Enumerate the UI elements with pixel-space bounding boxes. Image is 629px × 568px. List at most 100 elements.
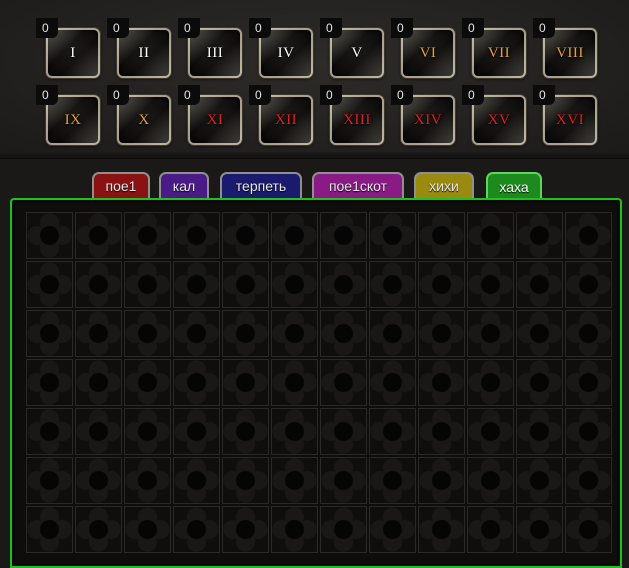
stash-cell[interactable] — [124, 310, 171, 357]
stash-cell[interactable] — [418, 310, 465, 357]
slot-xiv[interactable]: 0 XIV — [391, 85, 461, 145]
stash-cell[interactable] — [467, 310, 514, 357]
stash-cell[interactable] — [369, 359, 416, 406]
stash-tab-3[interactable]: терпеть — [220, 172, 302, 198]
stash-cell[interactable] — [271, 408, 318, 455]
stash-cell[interactable] — [369, 457, 416, 504]
stash-cell[interactable] — [565, 261, 612, 308]
stash-cell[interactable] — [418, 212, 465, 259]
stash-cell[interactable] — [26, 408, 73, 455]
stash-cell[interactable] — [124, 506, 171, 553]
stash-cell[interactable] — [124, 212, 171, 259]
stash-cell[interactable] — [222, 212, 269, 259]
stash-cell[interactable] — [222, 359, 269, 406]
slot-vii[interactable]: 0 VII — [462, 18, 532, 78]
stash-cell[interactable] — [75, 506, 122, 553]
stash-cell[interactable] — [320, 359, 367, 406]
stash-cell[interactable] — [418, 261, 465, 308]
slot-xi[interactable]: 0 XI — [178, 85, 248, 145]
slot-ix[interactable]: 0 IX — [36, 85, 106, 145]
stash-cell[interactable] — [75, 212, 122, 259]
stash-cell[interactable] — [173, 457, 220, 504]
stash-cell[interactable] — [26, 261, 73, 308]
stash-cell[interactable] — [467, 457, 514, 504]
stash-cell[interactable] — [222, 506, 269, 553]
stash-cell[interactable] — [271, 310, 318, 357]
stash-cell[interactable] — [565, 310, 612, 357]
stash-cell[interactable] — [124, 457, 171, 504]
slot-viii[interactable]: 0 VIII — [533, 18, 603, 78]
stash-cell[interactable] — [565, 212, 612, 259]
slot-vi[interactable]: 0 VI — [391, 18, 461, 78]
slot-xiii[interactable]: 0 XIII — [320, 85, 390, 145]
stash-cell[interactable] — [467, 506, 514, 553]
stash-tab-6[interactable]: хаха — [486, 172, 542, 200]
stash-tab-1[interactable]: пое1 — [92, 172, 150, 198]
stash-cell[interactable] — [75, 261, 122, 308]
stash-tab-4[interactable]: пое1скот — [312, 172, 404, 198]
stash-cell[interactable] — [26, 310, 73, 357]
stash-cell[interactable] — [516, 212, 563, 259]
stash-cell[interactable] — [26, 457, 73, 504]
stash-cell[interactable] — [369, 408, 416, 455]
stash-cell[interactable] — [320, 457, 367, 504]
stash-cell[interactable] — [565, 408, 612, 455]
stash-cell[interactable] — [26, 212, 73, 259]
stash-cell[interactable] — [173, 359, 220, 406]
stash-cell[interactable] — [320, 212, 367, 259]
stash-cell[interactable] — [124, 261, 171, 308]
stash-cell[interactable] — [418, 457, 465, 504]
stash-cell[interactable] — [271, 359, 318, 406]
stash-cell[interactable] — [173, 212, 220, 259]
stash-cell[interactable] — [516, 359, 563, 406]
stash-cell[interactable] — [516, 261, 563, 308]
stash-cell[interactable] — [565, 506, 612, 553]
stash-cell[interactable] — [565, 457, 612, 504]
stash-cell[interactable] — [173, 261, 220, 308]
slot-xii[interactable]: 0 XII — [249, 85, 319, 145]
stash-cell[interactable] — [26, 506, 73, 553]
stash-cell[interactable] — [75, 408, 122, 455]
stash-cell[interactable] — [369, 506, 416, 553]
slot-iv[interactable]: 0 IV — [249, 18, 319, 78]
stash-cell[interactable] — [369, 212, 416, 259]
stash-cell[interactable] — [75, 359, 122, 406]
stash-cell[interactable] — [467, 408, 514, 455]
stash-cell[interactable] — [516, 310, 563, 357]
stash-cell[interactable] — [222, 310, 269, 357]
stash-cell[interactable] — [418, 506, 465, 553]
stash-cell[interactable] — [26, 359, 73, 406]
stash-cell[interactable] — [418, 408, 465, 455]
stash-cell[interactable] — [320, 310, 367, 357]
stash-cell[interactable] — [173, 506, 220, 553]
stash-cell[interactable] — [320, 261, 367, 308]
stash-cell[interactable] — [369, 310, 416, 357]
stash-cell[interactable] — [75, 310, 122, 357]
stash-cell[interactable] — [516, 506, 563, 553]
stash-cell[interactable] — [320, 408, 367, 455]
slot-xvi[interactable]: 0 XVI — [533, 85, 603, 145]
stash-cell[interactable] — [467, 359, 514, 406]
stash-cell[interactable] — [124, 408, 171, 455]
stash-cell[interactable] — [516, 457, 563, 504]
stash-cell[interactable] — [271, 506, 318, 553]
stash-cell[interactable] — [222, 457, 269, 504]
stash-cell[interactable] — [516, 408, 563, 455]
slot-iii[interactable]: 0 III — [178, 18, 248, 78]
slot-v[interactable]: 0V — [320, 18, 390, 78]
stash-cell[interactable] — [173, 408, 220, 455]
stash-cell[interactable] — [124, 359, 171, 406]
slot-ii[interactable]: 0 II — [107, 18, 177, 78]
slot-x[interactable]: 0X — [107, 85, 177, 145]
stash-cell[interactable] — [418, 359, 465, 406]
stash-cell[interactable] — [565, 359, 612, 406]
stash-cell[interactable] — [369, 261, 416, 308]
stash-cell[interactable] — [222, 261, 269, 308]
stash-cell[interactable] — [75, 457, 122, 504]
slot-i[interactable]: 0I — [36, 18, 106, 78]
stash-cell[interactable] — [467, 212, 514, 259]
stash-cell[interactable] — [271, 457, 318, 504]
stash-cell[interactable] — [467, 261, 514, 308]
stash-tab-5[interactable]: хихи — [414, 172, 474, 198]
stash-cell[interactable] — [320, 506, 367, 553]
